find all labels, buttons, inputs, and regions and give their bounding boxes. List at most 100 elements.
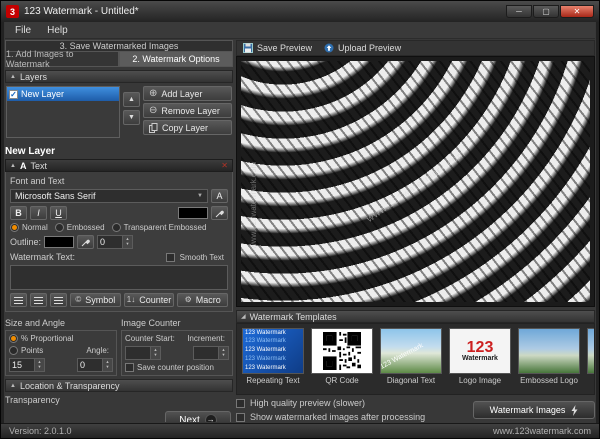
template-logo-image[interactable]: 123 Watermark Logo Image [448, 328, 512, 390]
layer-list-item[interactable]: ✓ New Layer [7, 87, 119, 101]
template-repeating-text[interactable]: 123 Watermark 123 Watermark 123 Watermar… [241, 328, 305, 390]
template-diagonal-text[interactable]: 123 Watermark Diagonal Text [379, 328, 443, 390]
titlebar: 3 123 Watermark - Untitled* ─ ▢ ✕ [1, 1, 599, 22]
preview-panel: Save Preview Upload Preview www.123water… [236, 40, 595, 422]
copy-icon [149, 123, 158, 133]
spinner-arrows-icon[interactable]: ▲▼ [34, 359, 44, 371]
watermark-images-label: Watermark Images [490, 405, 566, 415]
watermark-overlay-diagonal: www.123watermark.com [364, 148, 466, 224]
outline-color-swatch[interactable] [44, 236, 74, 248]
bold-button[interactable]: B [10, 206, 27, 220]
upload-preview-button[interactable]: Upload Preview [324, 43, 401, 53]
logo-image-thumbnail: 123 Watermark [449, 328, 511, 374]
increment-spinner[interactable]: ▲▼ [193, 346, 229, 360]
align-left-icon [14, 297, 23, 304]
show-after-checkbox[interactable] [236, 413, 245, 422]
proportional-radio[interactable] [9, 334, 18, 343]
tab-watermark-options[interactable]: 2. Watermark Options [119, 52, 233, 67]
tab-add-images[interactable]: 1. Add Images to Watermark [5, 52, 119, 67]
counter-button[interactable]: 1↓ Counter [124, 293, 175, 307]
smooth-text-checkbox[interactable] [166, 253, 175, 262]
collapse-arrow-icon: ▲ [10, 163, 16, 169]
watermark-overlay-vertical: www.123watermark.com [249, 162, 258, 249]
align-right-button[interactable] [50, 293, 67, 307]
close-button[interactable]: ✕ [560, 5, 594, 18]
proportional-radio-label: % Proportional [21, 334, 73, 343]
preview-toolbar: Save Preview Upload Preview [236, 40, 595, 56]
template-partial[interactable] [586, 328, 595, 390]
outline-label: Outline: [10, 237, 41, 247]
window-controls: ─ ▢ ✕ [506, 5, 594, 18]
transparency-label: Transparency [5, 395, 233, 405]
counter-start-spinner[interactable]: ▲▼ [125, 346, 161, 360]
spinner-arrows-icon[interactable]: ▲▼ [122, 236, 132, 248]
text-section-label: Text [30, 161, 47, 171]
transparent-embossed-radio[interactable] [112, 223, 121, 232]
layer-list[interactable]: ✓ New Layer [6, 86, 120, 138]
location-transparency-header[interactable]: ▲ Location & Transparency [5, 379, 233, 392]
spinner-arrows-icon[interactable]: ▲▼ [102, 359, 112, 371]
add-layer-button[interactable]: ⊕ Add Layer [143, 86, 232, 101]
counter-label: Counter [139, 295, 171, 305]
text-color-swatch[interactable] [178, 207, 208, 219]
save-counter-position-checkbox[interactable] [125, 363, 134, 372]
size-value: 15 [10, 359, 34, 371]
align-left-button[interactable] [10, 293, 27, 307]
spinner-arrows-icon[interactable]: ▲▼ [218, 347, 228, 359]
minus-circle-icon: ⊖ [149, 106, 157, 116]
menu-file[interactable]: File [7, 24, 39, 37]
menu-bar: File Help [5, 22, 595, 39]
move-layer-down-button[interactable]: ▼ [123, 110, 140, 125]
eyedropper-icon [215, 209, 224, 218]
font-dialog-button[interactable]: A [211, 189, 228, 203]
layer-order-controls: ▲ ▼ [123, 86, 140, 138]
remove-layer-label: Remove Layer [161, 106, 220, 116]
font-select[interactable]: Microsoft Sans Serif ▼ [10, 189, 208, 203]
layers-section-header[interactable]: ▲ Layers [5, 70, 233, 83]
text-section-header[interactable]: ▲ A Text ✕ [5, 159, 233, 172]
outline-size-value: 0 [98, 236, 122, 248]
copy-layer-button[interactable]: Copy Layer [143, 120, 232, 135]
symbol-button[interactable]: © Symbol [70, 293, 121, 307]
angle-spinner[interactable]: 0 ▲▼ [77, 358, 113, 372]
template-strip: 123 Watermark 123 Watermark 123 Watermar… [236, 323, 595, 395]
save-icon [243, 43, 253, 53]
outline-size-spinner[interactable]: 0 ▲▼ [97, 235, 133, 249]
text-color-picker-button[interactable] [211, 206, 228, 220]
location-transparency-label: Location & Transparency [20, 381, 120, 391]
remove-layer-button[interactable]: ⊖ Remove Layer [143, 103, 232, 118]
layer-item-label: New Layer [21, 89, 64, 99]
align-center-button[interactable] [30, 293, 47, 307]
points-radio[interactable] [9, 346, 18, 355]
template-embossed-logo[interactable]: Embossed Logo [517, 328, 581, 390]
normal-radio[interactable] [10, 223, 19, 232]
watermark-images-button[interactable]: Watermark Images [473, 401, 595, 419]
maximize-button[interactable]: ▢ [533, 5, 559, 18]
high-quality-checkbox[interactable] [236, 399, 245, 408]
move-layer-up-button[interactable]: ▲ [123, 92, 140, 107]
template-qr-code[interactable]: QR Code [310, 328, 374, 390]
text-icon: A [20, 161, 27, 171]
maximize-icon: ▢ [542, 8, 550, 16]
embossed-radio[interactable] [55, 223, 64, 232]
transparent-embossed-radio-label: Transparent Embossed [124, 223, 207, 232]
layer-checkbox[interactable]: ✓ [9, 90, 18, 99]
minimize-button[interactable]: ─ [506, 5, 532, 18]
remove-section-icon[interactable]: ✕ [221, 161, 228, 170]
template-label: Repeating Text [246, 376, 299, 385]
status-url: www.123watermark.com [493, 426, 591, 436]
spinner-arrows-icon[interactable]: ▲▼ [150, 347, 160, 359]
menu-help[interactable]: Help [39, 24, 76, 37]
window-title: 123 Watermark - Untitled* [24, 6, 501, 17]
next-button[interactable]: Next → [165, 411, 231, 422]
size-spinner[interactable]: 15 ▲▼ [9, 358, 45, 372]
italic-button[interactable]: I [30, 206, 47, 220]
underline-button[interactable]: U [50, 206, 67, 220]
save-preview-button[interactable]: Save Preview [243, 43, 312, 53]
watermark-templates-header[interactable]: ◢ Watermark Templates [236, 310, 595, 323]
watermark-text-input[interactable] [10, 265, 228, 290]
outline-color-picker-button[interactable] [77, 235, 94, 249]
lightning-icon [571, 405, 578, 416]
macro-button[interactable]: ⚙ Macro [177, 293, 228, 307]
points-radio-label: Points [21, 346, 43, 355]
